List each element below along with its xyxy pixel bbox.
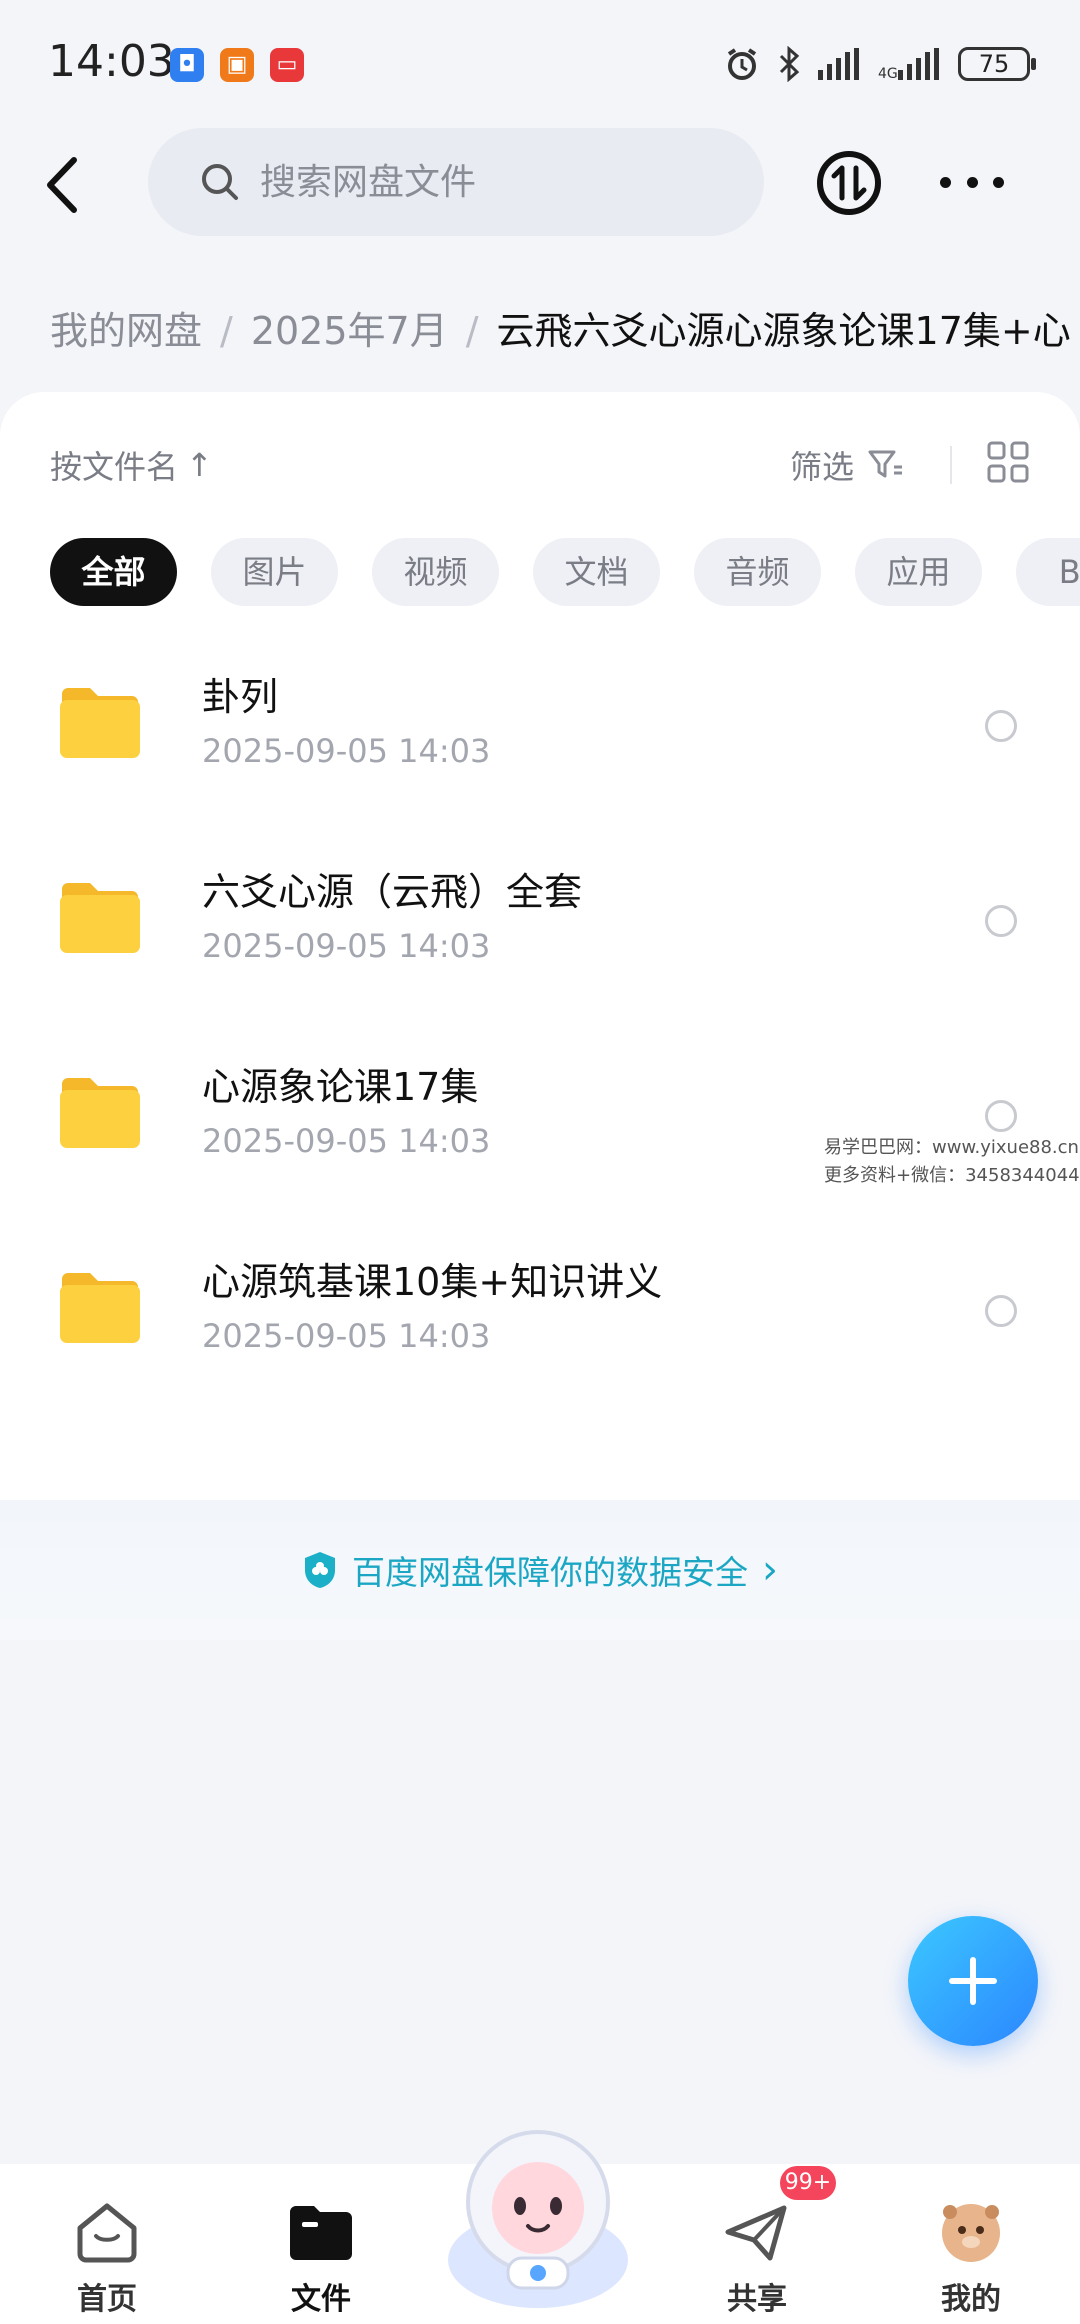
select-checkbox[interactable] <box>985 905 1017 937</box>
avatar <box>942 2204 1000 2262</box>
folder-icon <box>60 1273 140 1343</box>
chip-videos[interactable]: 视频 <box>372 538 499 606</box>
chip-all[interactable]: 全部 <box>50 538 177 606</box>
chip-audio[interactable]: 音频 <box>694 538 821 606</box>
file-date: 2025-09-05 14:03 <box>202 1122 491 1160</box>
file-row[interactable]: 六爻心源（云飛）全套 2025-09-05 14:03 <box>0 835 1080 1030</box>
file-name: 六爻心源（云飛）全套 <box>202 870 583 914</box>
divider <box>950 446 952 484</box>
file-row[interactable]: 心源筑基课10集+知识讲义 2025-09-05 14:03 <box>0 1225 1080 1420</box>
share-badge: 99+ <box>780 2166 836 2200</box>
filter-button[interactable]: 筛选 <box>790 442 904 488</box>
sort-arrow-icon: ↑ <box>186 446 213 484</box>
file-list: 卦列 2025-09-05 14:03 六爻心源（云飛）全套 2025-09-0… <box>0 640 1080 1420</box>
more-button[interactable] <box>940 160 1004 204</box>
breadcrumb-separator: / <box>220 309 233 353</box>
folder-icon <box>60 1078 140 1148</box>
file-name: 心源筑基课10集+知识讲义 <box>202 1260 663 1304</box>
grid-icon <box>987 441 1029 483</box>
breadcrumb: 我的网盘 / 2025年7月 / 云飛六爻心源心源象论课17集+心 <box>50 300 1080 360</box>
nav-files[interactable]: 文件 <box>246 2184 396 2317</box>
folder-icon <box>60 688 140 758</box>
top-bar <box>0 120 1080 250</box>
folder-filled-icon <box>290 2206 352 2260</box>
select-checkbox[interactable] <box>985 710 1017 742</box>
status-time: 14:03 <box>48 36 175 87</box>
notification-app-icon: ▣ <box>220 48 254 82</box>
sort-button[interactable]: 按文件名 ↑ <box>50 442 213 488</box>
search-icon <box>202 164 238 200</box>
file-name: 心源象论课17集 <box>202 1065 479 1109</box>
add-button[interactable] <box>908 1916 1038 2046</box>
breadcrumb-item-month[interactable]: 2025年7月 <box>251 309 448 353</box>
file-name: 卦列 <box>202 675 279 719</box>
file-date: 2025-09-05 14:03 <box>202 927 491 965</box>
transfer-button[interactable] <box>816 150 882 216</box>
bluetooth-icon <box>779 46 800 82</box>
watermark: 易学巴巴网：www.yixue88.cn 更多资料+微信：3458344044 <box>824 1134 1080 1190</box>
chip-documents[interactable]: 文档 <box>533 538 660 606</box>
nav-files-label: 文件 <box>291 2282 351 2317</box>
nav-home-label: 首页 <box>77 2282 137 2317</box>
select-checkbox[interactable] <box>985 1100 1017 1132</box>
safety-banner[interactable]: 百度网盘保障你的数据安全 › <box>0 1500 1080 1640</box>
file-panel: 按文件名 ↑ 筛选 全部 图片 视频 文档 音频 应用 BT 卦列 2025-0… <box>0 392 1080 1512</box>
chip-images[interactable]: 图片 <box>211 538 338 606</box>
safety-text: 百度网盘保障你的数据安全 <box>352 1553 748 1592</box>
nav-share-label: 共享 <box>727 2282 787 2317</box>
more-dot-icon <box>993 176 1004 188</box>
signal-icon <box>818 48 859 80</box>
file-row[interactable]: 心源象论课17集 2025-09-05 14:03 <box>0 1030 1080 1225</box>
file-date: 2025-09-05 14:03 <box>202 1317 491 1355</box>
home-icon <box>77 2203 137 2263</box>
nav-mine-label: 我的 <box>941 2282 1001 2317</box>
signal-icon: 4G <box>878 48 939 80</box>
transfer-icon <box>817 151 881 215</box>
grid-view-button[interactable] <box>986 440 1030 484</box>
status-bar: 14:03 ◘ ▣ ▭ 4G 75 <box>0 0 1080 120</box>
filter-label: 筛选 <box>790 448 855 486</box>
back-button[interactable] <box>36 150 96 220</box>
more-dot-icon <box>940 176 951 188</box>
breadcrumb-item-current: 云飛六爻心源心源象论课17集+心 <box>496 309 1071 353</box>
search-box[interactable] <box>148 128 764 236</box>
notification-app-icon: ▭ <box>270 48 304 82</box>
paper-plane-icon <box>725 2205 787 2261</box>
sort-label: 按文件名 <box>50 448 179 486</box>
breadcrumb-separator: / <box>465 309 479 353</box>
nav-home[interactable]: 首页 <box>32 2184 182 2317</box>
nav-mine[interactable]: 我的 <box>896 2184 1046 2317</box>
watermark-line: 更多资料+微信：3458344044 <box>824 1165 1080 1186</box>
file-date: 2025-09-05 14:03 <box>202 732 491 770</box>
nav-share[interactable]: 共享 <box>682 2184 832 2317</box>
status-indicators: 4G 75 <box>724 42 1036 86</box>
chip-apps[interactable]: 应用 <box>855 538 982 606</box>
category-chips: 全部 图片 视频 文档 音频 应用 BT <box>50 538 1080 608</box>
more-dot-icon <box>966 176 978 188</box>
alarm-icon <box>727 48 757 80</box>
watermark-line: 易学巴巴网：www.yixue88.cn <box>824 1137 1079 1158</box>
filter-icon <box>868 450 903 478</box>
chevron-left-icon <box>47 157 77 213</box>
select-checkbox[interactable] <box>985 1295 1017 1327</box>
notification-app-icon: ◘ <box>170 48 204 82</box>
svg-text:4G: 4G <box>878 66 898 80</box>
chip-bt[interactable]: BT <box>1016 538 1080 606</box>
shield-icon <box>305 1552 335 1588</box>
breadcrumb-item-root[interactable]: 我的网盘 <box>50 309 202 353</box>
file-row[interactable]: 卦列 2025-09-05 14:03 <box>0 640 1080 835</box>
search-input[interactable] <box>260 161 680 203</box>
mascot-button[interactable] <box>436 2110 640 2310</box>
chevron-right-icon: › <box>762 1547 778 1593</box>
battery-indicator: 75 <box>958 47 1036 81</box>
folder-icon <box>60 883 140 953</box>
